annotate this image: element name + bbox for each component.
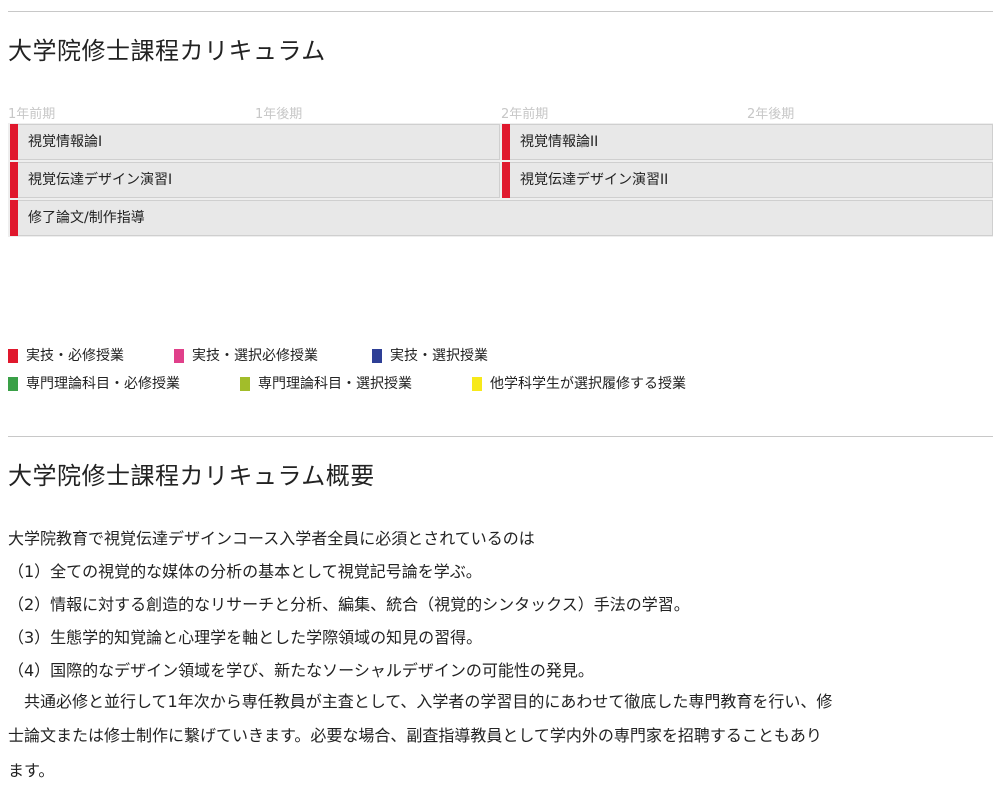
term-label-4: 2年後期 bbox=[747, 107, 795, 122]
overview-closing-line: 共通必修と並行して1年次から専任教員が主査として、入学者の学習目的にあわせて徹底… bbox=[8, 692, 833, 711]
overview-item: （2）情報に対する創造的なリサーチと分析、編集、統合（視覚的シンタックス）手法の… bbox=[8, 595, 690, 614]
course-block[interactable]: 視覚情報論II bbox=[502, 124, 993, 160]
course-block[interactable]: 視覚伝達デザイン演習II bbox=[502, 162, 993, 198]
course-name: 修了論文/制作指導 bbox=[28, 210, 145, 226]
term-label-2: 1年後期 bbox=[255, 107, 303, 122]
term-label-1: 1年前期 bbox=[8, 107, 56, 122]
page: 大学院修士課程カリキュラム 1年前期 1年後期 2年前期 2年後期 視覚情報論I… bbox=[0, 0, 1004, 801]
course-color-mark bbox=[502, 124, 510, 160]
overview-closing-line: 士論文または修士制作に繋げていきます。必要な場合、副査指導教員として学内外の専門… bbox=[8, 726, 822, 745]
legend-label: 実技・選択必修授業 bbox=[192, 348, 318, 364]
course-color-mark bbox=[10, 124, 18, 160]
course-name: 視覚情報論II bbox=[520, 134, 599, 150]
legend-label: 実技・必修授業 bbox=[26, 348, 124, 364]
course-block[interactable]: 視覚伝達デザイン演習I bbox=[10, 162, 500, 198]
section-divider bbox=[8, 436, 993, 437]
overview-closing-line: ます。 bbox=[8, 761, 55, 780]
legend-swatch bbox=[240, 377, 250, 391]
overview-item: （3）生態学的知覚論と心理学を軸とした学際領域の知見の習得。 bbox=[8, 628, 483, 647]
overview-intro: 大学院教育で視覚伝達デザインコース入学者全員に必須とされているのは bbox=[8, 529, 535, 548]
curriculum-title: 大学院修士課程カリキュラム bbox=[8, 37, 326, 65]
course-block[interactable]: 視覚情報論I bbox=[10, 124, 500, 160]
course-block[interactable]: 修了論文/制作指導 bbox=[10, 200, 993, 236]
top-divider bbox=[8, 11, 993, 12]
term-label-3: 2年前期 bbox=[501, 107, 549, 122]
course-color-mark bbox=[10, 162, 18, 198]
legend-swatch bbox=[8, 349, 18, 363]
legend-swatch bbox=[372, 349, 382, 363]
overview-title: 大学院修士課程カリキュラム概要 bbox=[8, 462, 375, 490]
course-name: 視覚伝達デザイン演習I bbox=[28, 172, 173, 188]
course-color-mark bbox=[10, 200, 18, 236]
legend-label: 専門理論科目・選択授業 bbox=[258, 376, 412, 392]
course-color-mark bbox=[502, 162, 510, 198]
legend-swatch bbox=[472, 377, 482, 391]
overview-item: （4）国際的なデザイン領域を学び、新たなソーシャルデザインの可能性の発見。 bbox=[8, 661, 594, 680]
course-name: 視覚情報論I bbox=[28, 134, 103, 150]
course-name: 視覚伝達デザイン演習II bbox=[520, 172, 669, 188]
legend-swatch bbox=[8, 377, 18, 391]
legend-label: 実技・選択授業 bbox=[390, 348, 488, 364]
overview-item: （1）全ての視覚的な媒体の分析の基本として視覚記号論を学ぶ。 bbox=[8, 562, 482, 581]
legend-label: 他学科学生が選択履修する授業 bbox=[490, 376, 686, 392]
legend-swatch bbox=[174, 349, 184, 363]
legend-label: 専門理論科目・必修授業 bbox=[26, 376, 180, 392]
